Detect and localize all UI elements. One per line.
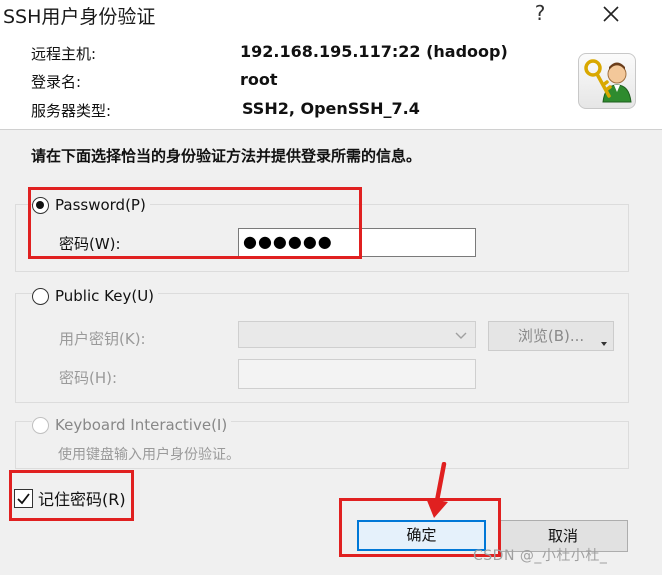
- dropdown-arrow-icon: [601, 342, 607, 346]
- title-bar: SSH用户身份验证 ?: [0, 0, 662, 30]
- remember-password-label: 记住密码(R): [38, 490, 126, 509]
- login-label: 登录名:: [31, 73, 82, 91]
- keyboard-interactive-radio-label: Keyboard Interactive(I): [55, 416, 228, 434]
- browse-button[interactable]: 浏览(B)...: [488, 321, 614, 351]
- user-key-icon: [578, 53, 636, 109]
- password-radio-option[interactable]: Password(P): [32, 196, 150, 214]
- public-key-radio[interactable]: [32, 287, 49, 305]
- host-label: 远程主机:: [31, 45, 97, 63]
- help-button[interactable]: ?: [525, 0, 555, 26]
- instruction-text: 请在下面选择恰当的身份验证方法并提供登录所需的信息。: [31, 147, 422, 165]
- chevron-down-icon: [455, 332, 467, 339]
- browse-button-label: 浏览(B)...: [517, 327, 585, 345]
- window-title: SSH用户身份验证: [3, 6, 156, 28]
- user-key-label: 用户密钥(K):: [59, 330, 146, 348]
- password-field-label: 密码(W):: [59, 235, 121, 253]
- remember-password-checkbox[interactable]: [14, 488, 33, 508]
- server-type-label: 服务器类型:: [31, 102, 112, 120]
- password-input[interactable]: ●●●●●●: [238, 228, 476, 257]
- login-value: root: [240, 70, 278, 89]
- password-radio-label: Password(P): [55, 196, 146, 214]
- host-value: 192.168.195.117:22 (hadoop): [240, 42, 508, 61]
- red-arrow-icon: [426, 462, 448, 518]
- user-key-select[interactable]: [238, 321, 476, 348]
- passphrase-input[interactable]: [238, 359, 476, 389]
- ok-button[interactable]: 确定: [357, 520, 486, 551]
- public-key-radio-option[interactable]: Public Key(U): [32, 287, 159, 305]
- public-key-radio-label: Public Key(U): [55, 287, 155, 305]
- watermark: CSDN @_小杜小杜_: [473, 548, 608, 564]
- server-type-value: SSH2, OpenSSH_7.4: [242, 99, 420, 118]
- keyboard-interactive-radio[interactable]: [32, 416, 49, 434]
- keyboard-interactive-description: 使用键盘输入用户身份验证。: [58, 447, 240, 463]
- connection-info-panel: 远程主机: 192.168.195.117:22 (hadoop) 登录名: r…: [0, 30, 662, 130]
- close-button[interactable]: [596, 0, 626, 26]
- passphrase-label: 密码(H):: [59, 369, 118, 387]
- keyboard-interactive-radio-option[interactable]: Keyboard Interactive(I): [32, 416, 232, 434]
- remember-password-option[interactable]: 记住密码(R): [14, 486, 126, 510]
- checkmark-icon: [17, 492, 30, 504]
- close-icon[interactable]: [602, 5, 620, 23]
- password-radio[interactable]: [32, 196, 49, 214]
